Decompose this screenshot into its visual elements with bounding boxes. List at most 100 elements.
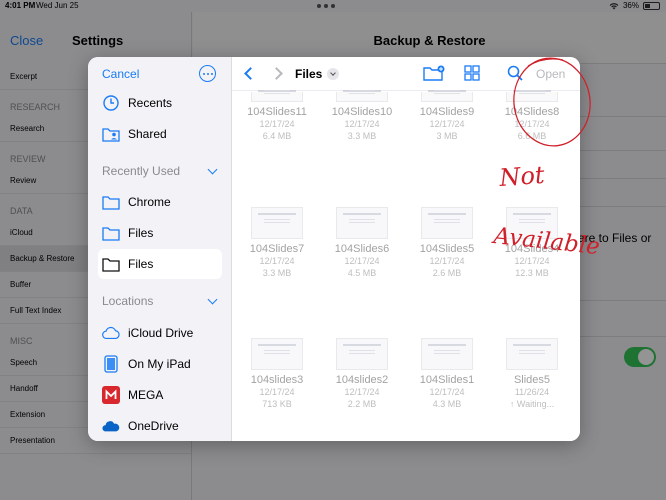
picker-sidebar-label: OneDrive [128,419,179,433]
file-size: 4.5 MB [347,268,377,278]
file-size: 3 MB [436,131,458,141]
picker-sidebar-item[interactable]: Chrome [98,187,222,217]
picker-section-label: Recently Used [102,164,181,178]
file-item[interactable]: 104Slides5 12/17/24 2.6 MB [404,207,490,279]
file-item[interactable]: 104Slides11 12/17/24 6.4 MB [234,90,320,142]
picker-browser: Files Open 104Slides11 12/17/24 6.4 MB 104S… [232,57,580,441]
file-thumbnail [421,90,473,102]
file-item[interactable]: 104Slides7 12/17/24 3.3 MB [234,207,320,279]
file-size: ↑ Waiting... [509,399,555,409]
picker-sidebar-label: Recents [128,96,173,110]
more-options-icon[interactable] [199,65,216,82]
file-item[interactable]: 104Slides6 12/17/24 4.5 MB [319,207,405,279]
file-name: 104Slides8 [504,106,560,118]
picker-sidebar-item[interactable]: iCloud Drive [98,318,222,348]
file-name: 104Slides9 [419,106,475,118]
file-size: 713 KB [262,399,292,409]
file-date: 12/17/24 [429,387,465,397]
file-date: 12/17/24 [259,256,295,266]
file-thumbnail [506,207,558,239]
file-name: 104Slides4 [504,243,560,255]
picker-sidebar: Cancel Recents Shared Recently Used Chrome F… [88,57,232,441]
picker-section-header[interactable]: Locations [102,294,220,308]
file-thumbnail [421,207,473,239]
onedrive-icon [102,417,120,435]
folder-icon [102,193,120,211]
file-item[interactable]: 104Slides1 12/17/24 4.3 MB [404,338,490,410]
picker-sidebar-item[interactable]: On My iPad [98,349,222,379]
picker-sidebar-item[interactable]: Files [98,249,222,279]
file-item[interactable]: 104slides3 12/17/24 713 KB [234,338,320,410]
picker-sidebar-label: Chrome [128,195,171,209]
grid-view-icon[interactable] [464,65,480,81]
file-name: 104slides3 [250,374,304,386]
picker-section-header[interactable]: Recently Used [102,164,220,178]
folder-icon [102,255,120,273]
forward-chevron-icon[interactable] [270,67,283,80]
file-item[interactable]: 104Slides9 12/17/24 3 MB [404,90,490,142]
search-icon[interactable] [507,65,523,81]
open-button[interactable]: Open [536,67,565,81]
chevron-down-icon [207,294,218,304]
file-item[interactable]: 104Slides4 12/17/24 12.3 MB [489,207,575,279]
mega-icon [102,386,120,404]
new-folder-icon[interactable] [423,65,445,81]
file-size: 12.3 MB [515,268,549,278]
file-date: 11/26/24 [514,387,550,397]
file-size: 6.6 MB [517,131,547,141]
picker-sidebar-label: Files [128,226,154,240]
file-date: 12/17/24 [259,119,295,129]
picker-section-label: Locations [102,294,154,308]
file-name: 104Slides11 [247,106,307,118]
picker-toolbar: Files Open [232,57,580,91]
picker-sidebar-label: On My iPad [128,357,191,371]
picker-sidebar-item[interactable]: OneDrive [98,411,222,441]
file-thumbnail [251,338,303,370]
picker-sidebar-item[interactable]: MEGA [98,380,222,410]
ipad-icon [102,355,120,373]
file-size: 2.6 MB [432,268,462,278]
file-thumbnail [506,338,558,370]
picker-sidebar-item[interactable]: Recents [98,88,222,118]
picker-sidebar-item[interactable]: Files [98,218,222,248]
file-thumbnail [336,207,388,239]
chevron-down-icon [207,164,218,174]
file-name: 104Slides7 [249,243,305,255]
picker-sidebar-item[interactable]: Shared [98,119,222,149]
file-name: 104Slides10 [331,106,393,118]
file-name: 104Slides1 [419,374,475,386]
file-size: 3.3 MB [347,131,377,141]
shared-folder-icon [102,125,120,143]
location-title: Files [295,67,323,81]
file-item[interactable]: 104Slides8 12/17/24 6.6 MB [489,90,575,142]
file-item[interactable]: Slides5 11/26/24 ↑ Waiting... [489,338,575,410]
file-date: 12/17/24 [514,119,550,129]
file-item[interactable]: 104slides2 12/17/24 2.2 MB [319,338,405,410]
file-date: 12/17/24 [344,119,380,129]
file-name: 104slides2 [335,374,389,386]
file-thumbnail [251,90,303,102]
location-menu-chevron-icon[interactable] [327,68,339,80]
file-date: 12/17/24 [344,387,380,397]
picker-sidebar-label: iCloud Drive [128,326,194,340]
picker-sidebar-label: Shared [128,127,167,141]
clock-icon [102,94,120,112]
picker-sidebar-label: Files [128,257,154,271]
file-thumbnail [336,90,388,102]
file-name: 104Slides5 [419,243,475,255]
file-item[interactable]: 104Slides10 12/17/24 3.3 MB [319,90,405,142]
cancel-button[interactable]: Cancel [102,67,139,81]
icloud-icon [102,324,120,342]
file-size: 4.3 MB [432,399,462,409]
file-date: 12/17/24 [259,387,295,397]
file-size: 2.2 MB [347,399,377,409]
folder-icon [102,224,120,242]
file-size: 6.4 MB [262,131,292,141]
file-thumbnail [421,338,473,370]
file-size: 3.3 MB [262,268,292,278]
file-name: Slides5 [513,374,551,386]
back-chevron-icon[interactable] [244,67,257,80]
file-thumbnail [506,90,558,102]
file-date: 12/17/24 [429,256,465,266]
file-date: 12/17/24 [344,256,380,266]
